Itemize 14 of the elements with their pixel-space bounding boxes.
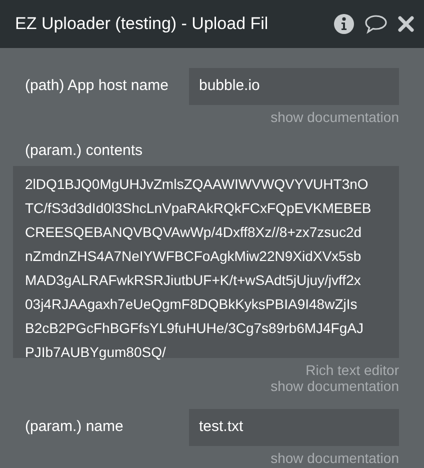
input-field[interactable]: test.txt	[189, 408, 399, 446]
input-field[interactable]: bubble.io	[189, 68, 399, 105]
field-label: (param.) contents	[24, 141, 144, 161]
speech-bubble-icon[interactable]	[364, 14, 388, 34]
close-icon[interactable]	[398, 16, 414, 32]
field-label: (param.) name	[24, 416, 124, 437]
documentation-link[interactable]: show documentation	[270, 378, 399, 394]
editor-link[interactable]: Rich text editor	[306, 362, 399, 378]
documentation-link[interactable]: show documentation	[270, 450, 399, 466]
info-icon[interactable]	[334, 14, 354, 34]
window-title: EZ Uploader (testing) - Upload Fil	[15, 13, 270, 36]
documentation-link[interactable]: show documentation	[270, 109, 399, 125]
text-area[interactable]: 2lDQ1BJQ0MgUHJvZmlsZQAAWIWVWQVYVUHT3nO TC/fS3d3dId0l3ShcLnVpaRAkRQkFCxFQpEVKMEBEB CREESQEBANQVBQVAwWp/4Dxff8Xz//8+zx7zsuc2d nZmdnZHS4A7NeIYWFBCFoAgkMiw22N9XidXVx5sb MAD3gALRAFwkRSRJiutbUF+K/t+wSAdt5jUjuy/jvff2x 03j4RJAAgaxh7eUeQgmF8DQBkKyksPBIA9I48wZjIs B2cB2PGcFhBGFfsYL9fuHUHe/3Cg7s89rb6MJ4FgAJ PJIb7AUBYgum80SQ/	[13, 166, 399, 358]
field-label: (path) App host name	[24, 76, 170, 96]
